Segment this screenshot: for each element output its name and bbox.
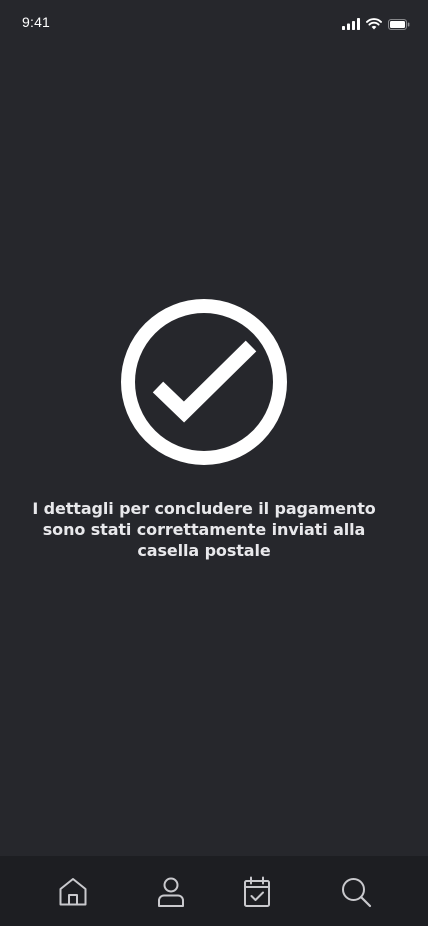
payment-confirmation-screen: I dettagli per concludere il pagamento s… bbox=[0, 44, 428, 856]
user-icon bbox=[156, 876, 186, 908]
tab-profile[interactable] bbox=[153, 874, 189, 910]
tab-calendar[interactable] bbox=[239, 874, 275, 910]
confirmation-message: I dettagli per concludere il pagamento s… bbox=[32, 499, 376, 560]
check-circle-icon bbox=[120, 297, 290, 467]
status-time: 9:41 bbox=[22, 14, 51, 30]
wifi-icon bbox=[366, 15, 382, 34]
tab-bar bbox=[0, 856, 428, 926]
status-bar: 9:41 bbox=[0, 0, 428, 44]
battery-icon bbox=[388, 15, 410, 34]
home-icon bbox=[57, 876, 89, 908]
search-icon bbox=[340, 876, 372, 908]
tab-home[interactable] bbox=[55, 874, 91, 910]
status-icons bbox=[342, 15, 410, 34]
tab-search[interactable] bbox=[338, 874, 374, 910]
calendar-check-icon bbox=[242, 876, 272, 908]
cellular-signal-icon bbox=[342, 15, 360, 34]
